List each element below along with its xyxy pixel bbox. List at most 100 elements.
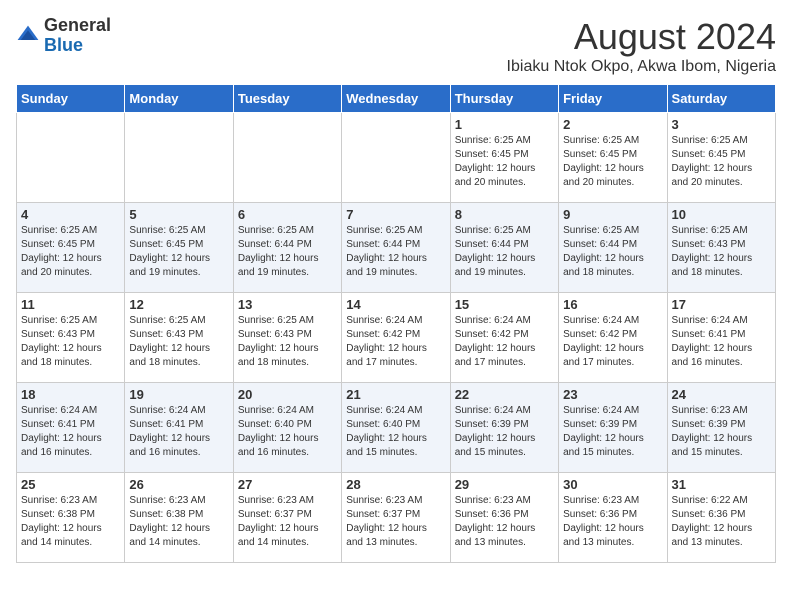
calendar-body: 1 Sunrise: 6:25 AM Sunset: 6:45 PM Daylig…: [17, 113, 776, 563]
calendar-cell: 30 Sunrise: 6:23 AM Sunset: 6:36 PM Dayli…: [559, 473, 667, 563]
day-number: 8: [455, 207, 554, 222]
day-number: 11: [21, 297, 120, 312]
calendar-cell: [233, 113, 341, 203]
day-number: 10: [672, 207, 771, 222]
calendar-cell: 2 Sunrise: 6:25 AM Sunset: 6:45 PM Daylig…: [559, 113, 667, 203]
header-cell-wednesday: Wednesday: [342, 85, 450, 113]
day-info: Sunrise: 6:23 AM Sunset: 6:36 PM Dayligh…: [563, 494, 662, 550]
day-info: Sunrise: 6:25 AM Sunset: 6:43 PM Dayligh…: [672, 224, 771, 280]
calendar-cell: 20Sunrise: 6:24 AM Sunset: 6:40 PM Dayli…: [233, 383, 341, 473]
calendar-cell: 14Sunrise: 6:24 AM Sunset: 6:42 PM Dayli…: [342, 293, 450, 383]
week-row-4: 18 Sunrise: 6:24 AM Sunset: 6:41 PM Dayli…: [17, 383, 776, 473]
calendar-cell: 3Sunrise: 6:25 AM Sunset: 6:45 PM Daylig…: [667, 113, 775, 203]
day-info: Sunrise: 6:24 AM Sunset: 6:42 PM Dayligh…: [346, 314, 445, 370]
calendar-cell: 11 Sunrise: 6:25 AM Sunset: 6:43 PM Dayli…: [17, 293, 125, 383]
day-number: 18: [21, 387, 120, 402]
day-info: Sunrise: 6:25 AM Sunset: 6:45 PM Dayligh…: [21, 224, 120, 280]
day-number: 7: [346, 207, 445, 222]
day-info: Sunrise: 6:24 AM Sunset: 6:41 PM Dayligh…: [21, 404, 120, 460]
day-info: Sunrise: 6:24 AM Sunset: 6:41 PM Dayligh…: [129, 404, 228, 460]
day-info: Sunrise: 6:22 AM Sunset: 6:36 PM Dayligh…: [672, 494, 771, 550]
header-cell-sunday: Sunday: [17, 85, 125, 113]
day-info: Sunrise: 6:25 AM Sunset: 6:43 PM Dayligh…: [238, 314, 337, 370]
day-number: 26: [129, 477, 228, 492]
calendar-header: SundayMondayTuesdayWednesdayThursdayFrid…: [17, 85, 776, 113]
day-number: 3: [672, 117, 771, 132]
logo-icon: [16, 24, 40, 48]
day-info: Sunrise: 6:25 AM Sunset: 6:44 PM Dayligh…: [455, 224, 554, 280]
calendar-cell: 4 Sunrise: 6:25 AM Sunset: 6:45 PM Daylig…: [17, 203, 125, 293]
calendar-cell: 21Sunrise: 6:24 AM Sunset: 6:40 PM Dayli…: [342, 383, 450, 473]
day-number: 31: [672, 477, 771, 492]
day-info: Sunrise: 6:23 AM Sunset: 6:37 PM Dayligh…: [238, 494, 337, 550]
day-number: 1: [455, 117, 554, 132]
day-number: 30: [563, 477, 662, 492]
calendar-cell: 15 Sunrise: 6:24 AM Sunset: 6:42 PM Dayli…: [450, 293, 558, 383]
header: General Blue August 2024 Ibiaku Ntok Okp…: [16, 16, 776, 76]
header-cell-friday: Friday: [559, 85, 667, 113]
month-year: August 2024: [507, 16, 776, 58]
calendar-cell: 6 Sunrise: 6:25 AM Sunset: 6:44 PM Daylig…: [233, 203, 341, 293]
header-cell-saturday: Saturday: [667, 85, 775, 113]
title-area: August 2024 Ibiaku Ntok Okpo, Akwa Ibom,…: [507, 16, 776, 76]
calendar-cell: 8 Sunrise: 6:25 AM Sunset: 6:44 PM Daylig…: [450, 203, 558, 293]
calendar-cell: [125, 113, 233, 203]
day-info: Sunrise: 6:23 AM Sunset: 6:38 PM Dayligh…: [21, 494, 120, 550]
day-info: Sunrise: 6:23 AM Sunset: 6:37 PM Dayligh…: [346, 494, 445, 550]
day-info: Sunrise: 6:25 AM Sunset: 6:45 PM Dayligh…: [129, 224, 228, 280]
day-info: Sunrise: 6:25 AM Sunset: 6:44 PM Dayligh…: [238, 224, 337, 280]
day-number: 6: [238, 207, 337, 222]
day-info: Sunrise: 6:24 AM Sunset: 6:40 PM Dayligh…: [238, 404, 337, 460]
calendar-cell: 27Sunrise: 6:23 AM Sunset: 6:37 PM Dayli…: [233, 473, 341, 563]
day-info: Sunrise: 6:25 AM Sunset: 6:43 PM Dayligh…: [21, 314, 120, 370]
calendar-cell: 28 Sunrise: 6:23 AM Sunset: 6:37 PM Dayli…: [342, 473, 450, 563]
day-number: 9: [563, 207, 662, 222]
calendar-cell: 22Sunrise: 6:24 AM Sunset: 6:39 PM Dayli…: [450, 383, 558, 473]
calendar-cell: [17, 113, 125, 203]
calendar-table: SundayMondayTuesdayWednesdayThursdayFrid…: [16, 84, 776, 563]
day-number: 2: [563, 117, 662, 132]
location: Ibiaku Ntok Okpo, Akwa Ibom, Nigeria: [507, 58, 776, 76]
day-info: Sunrise: 6:24 AM Sunset: 6:42 PM Dayligh…: [563, 314, 662, 370]
day-number: 4: [21, 207, 120, 222]
calendar-cell: 31 Sunrise: 6:22 AM Sunset: 6:36 PM Dayli…: [667, 473, 775, 563]
calendar-cell: 23 Sunrise: 6:24 AM Sunset: 6:39 PM Dayli…: [559, 383, 667, 473]
day-number: 29: [455, 477, 554, 492]
day-info: Sunrise: 6:24 AM Sunset: 6:42 PM Dayligh…: [455, 314, 554, 370]
day-info: Sunrise: 6:25 AM Sunset: 6:44 PM Dayligh…: [346, 224, 445, 280]
calendar-cell: 13 Sunrise: 6:25 AM Sunset: 6:43 PM Dayli…: [233, 293, 341, 383]
day-number: 15: [455, 297, 554, 312]
day-info: Sunrise: 6:23 AM Sunset: 6:36 PM Dayligh…: [455, 494, 554, 550]
day-number: 13: [238, 297, 337, 312]
calendar-cell: 19Sunrise: 6:24 AM Sunset: 6:41 PM Dayli…: [125, 383, 233, 473]
logo: General Blue: [16, 16, 111, 56]
day-number: 25: [21, 477, 120, 492]
day-number: 28: [346, 477, 445, 492]
day-info: Sunrise: 6:25 AM Sunset: 6:45 PM Dayligh…: [563, 134, 662, 190]
week-row-2: 4 Sunrise: 6:25 AM Sunset: 6:45 PM Daylig…: [17, 203, 776, 293]
day-info: Sunrise: 6:23 AM Sunset: 6:38 PM Dayligh…: [129, 494, 228, 550]
logo-general: General: [44, 15, 111, 35]
logo-text: General Blue: [44, 16, 111, 56]
calendar-cell: 16Sunrise: 6:24 AM Sunset: 6:42 PM Dayli…: [559, 293, 667, 383]
calendar-cell: 10 Sunrise: 6:25 AM Sunset: 6:43 PM Dayli…: [667, 203, 775, 293]
day-number: 12: [129, 297, 228, 312]
day-number: 23: [563, 387, 662, 402]
calendar-cell: 25 Sunrise: 6:23 AM Sunset: 6:38 PM Dayli…: [17, 473, 125, 563]
header-row: SundayMondayTuesdayWednesdayThursdayFrid…: [17, 85, 776, 113]
calendar-cell: 9Sunrise: 6:25 AM Sunset: 6:44 PM Daylig…: [559, 203, 667, 293]
header-cell-thursday: Thursday: [450, 85, 558, 113]
week-row-5: 25 Sunrise: 6:23 AM Sunset: 6:38 PM Dayli…: [17, 473, 776, 563]
day-info: Sunrise: 6:23 AM Sunset: 6:39 PM Dayligh…: [672, 404, 771, 460]
calendar-cell: 12Sunrise: 6:25 AM Sunset: 6:43 PM Dayli…: [125, 293, 233, 383]
header-cell-monday: Monday: [125, 85, 233, 113]
calendar-cell: 18 Sunrise: 6:24 AM Sunset: 6:41 PM Dayli…: [17, 383, 125, 473]
calendar-cell: 1Sunrise: 6:25 AM Sunset: 6:45 PM Daylig…: [450, 113, 558, 203]
day-info: Sunrise: 6:24 AM Sunset: 6:41 PM Dayligh…: [672, 314, 771, 370]
day-info: Sunrise: 6:24 AM Sunset: 6:40 PM Dayligh…: [346, 404, 445, 460]
day-info: Sunrise: 6:24 AM Sunset: 6:39 PM Dayligh…: [455, 404, 554, 460]
day-number: 17: [672, 297, 771, 312]
header-cell-tuesday: Tuesday: [233, 85, 341, 113]
calendar-cell: 5Sunrise: 6:25 AM Sunset: 6:45 PM Daylig…: [125, 203, 233, 293]
day-info: Sunrise: 6:24 AM Sunset: 6:39 PM Dayligh…: [563, 404, 662, 460]
